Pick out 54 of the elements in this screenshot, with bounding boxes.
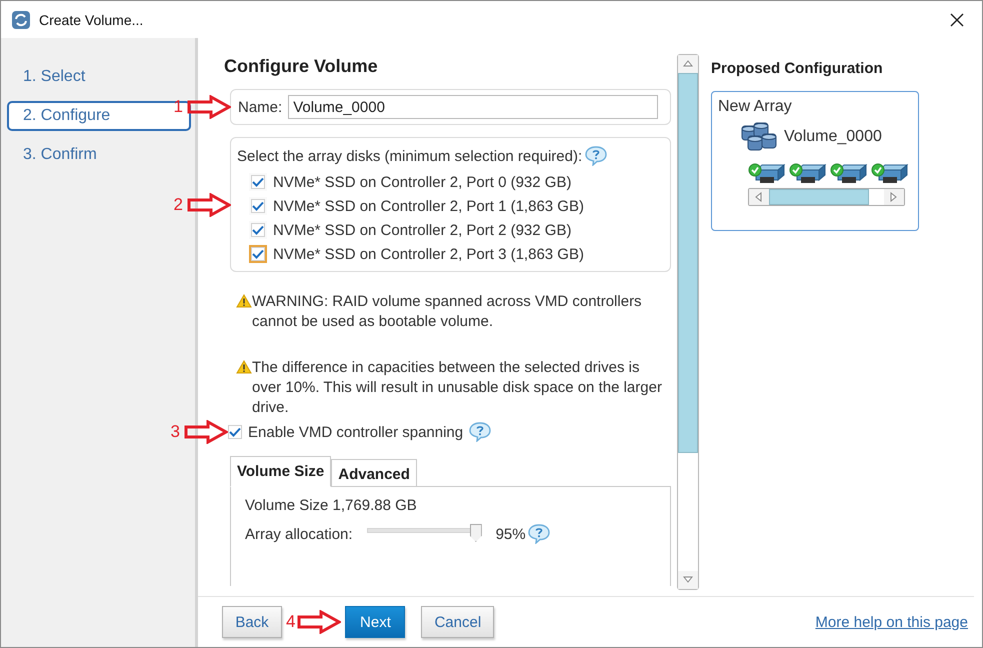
proposed-title: Proposed Configuration <box>711 60 884 77</box>
primary-button[interactable]: Next <box>345 606 406 638</box>
help-icon[interactable] <box>585 146 608 166</box>
volume-icon <box>740 122 778 152</box>
tab[interactable]: Advanced <box>331 459 417 487</box>
section-heading: Configure Volume <box>224 56 379 77</box>
array-label: New Array <box>718 98 793 116</box>
volume-size-text: Volume Size 1,769.88 GB <box>245 497 418 514</box>
annotation-number: 3 <box>170 422 180 442</box>
scroll-up-icon[interactable] <box>683 59 693 69</box>
allocation-slider[interactable] <box>366 524 482 544</box>
drive-icon <box>789 162 827 186</box>
slider-thumb[interactable] <box>470 524 482 542</box>
horizontal-scrollbar[interactable] <box>748 188 905 206</box>
vertical-scrollbar[interactable] <box>677 54 699 590</box>
secondary-button[interactable]: Cancel <box>421 606 494 638</box>
vmd-spanning-label: Enable VMD controller spanning <box>248 424 464 440</box>
disk-label: NVMe* SSD on Controller 2, Port 2 (932 GB) <box>273 222 572 238</box>
warning-icon <box>236 360 252 374</box>
help-link[interactable]: More help on this page <box>815 614 968 630</box>
scroll-left-icon[interactable] <box>754 192 764 202</box>
checkbox[interactable] <box>228 425 242 439</box>
allocation-reading: 95% <box>496 526 526 542</box>
scroll-down-icon[interactable] <box>683 575 693 585</box>
wizard-step[interactable]: 3. Confirm <box>7 140 191 170</box>
disk-label: NVMe* SSD on Controller 2, Port 0 (932 GB) <box>273 174 572 190</box>
window-title: Create Volume... <box>39 12 144 28</box>
annotation-arrow-icon <box>184 420 228 444</box>
disk-label: NVMe* SSD on Controller 2, Port 3 (1,863 GB) <box>273 246 584 262</box>
secondary-button[interactable]: Back <box>222 606 282 638</box>
app-icon <box>11 10 31 30</box>
annotation-number: 4 <box>286 612 296 632</box>
volume-label: Volume_0000 <box>784 128 882 146</box>
disk-label: NVMe* SSD on Controller 2, Port 1 (1,863 GB) <box>273 198 584 214</box>
close-icon <box>950 12 964 26</box>
annotation-arrow-icon <box>187 192 231 216</box>
warning-text: The difference in capacities between the selected drives is over 10%. This will result in unusable disk space on the larger drive. <box>252 358 663 418</box>
annotation-arrow-icon <box>297 610 342 634</box>
help-icon[interactable] <box>469 422 492 442</box>
warning-text: WARNING: RAID volume spanned across VMD controllers cannot be used as bootable volume. <box>252 292 643 332</box>
tab[interactable]: Volume Size <box>230 456 332 487</box>
warning-icon <box>236 294 252 308</box>
name-field[interactable]: Volume_0000 <box>288 95 658 119</box>
help-icon[interactable] <box>528 524 550 544</box>
name-label: Name: <box>238 98 282 116</box>
wizard-step[interactable]: 1. Select <box>7 62 191 92</box>
drive-icon <box>830 162 868 186</box>
disk-prompt: Select the array disks (minimum selection required): <box>237 148 582 164</box>
drive-icon <box>871 162 909 186</box>
scroll-right-icon[interactable] <box>889 192 899 202</box>
allocation-label: Array allocation: <box>245 526 353 542</box>
annotation-arrow-icon <box>187 95 231 119</box>
drive-icon <box>748 162 786 186</box>
annotation-number: 2 <box>174 194 183 214</box>
